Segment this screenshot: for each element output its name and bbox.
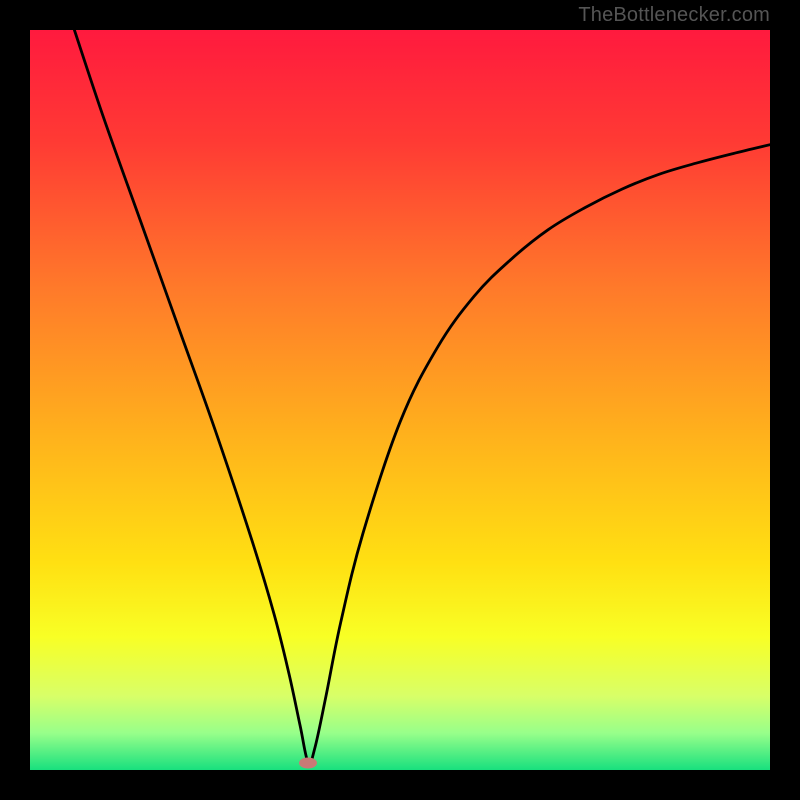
minimum-marker <box>299 757 317 768</box>
bottleneck-curve <box>74 30 770 764</box>
plot-area <box>30 30 770 770</box>
curve-layer <box>30 30 770 770</box>
chart-frame: TheBottlenecker.com <box>0 0 800 800</box>
attribution-label: TheBottlenecker.com <box>578 4 770 27</box>
